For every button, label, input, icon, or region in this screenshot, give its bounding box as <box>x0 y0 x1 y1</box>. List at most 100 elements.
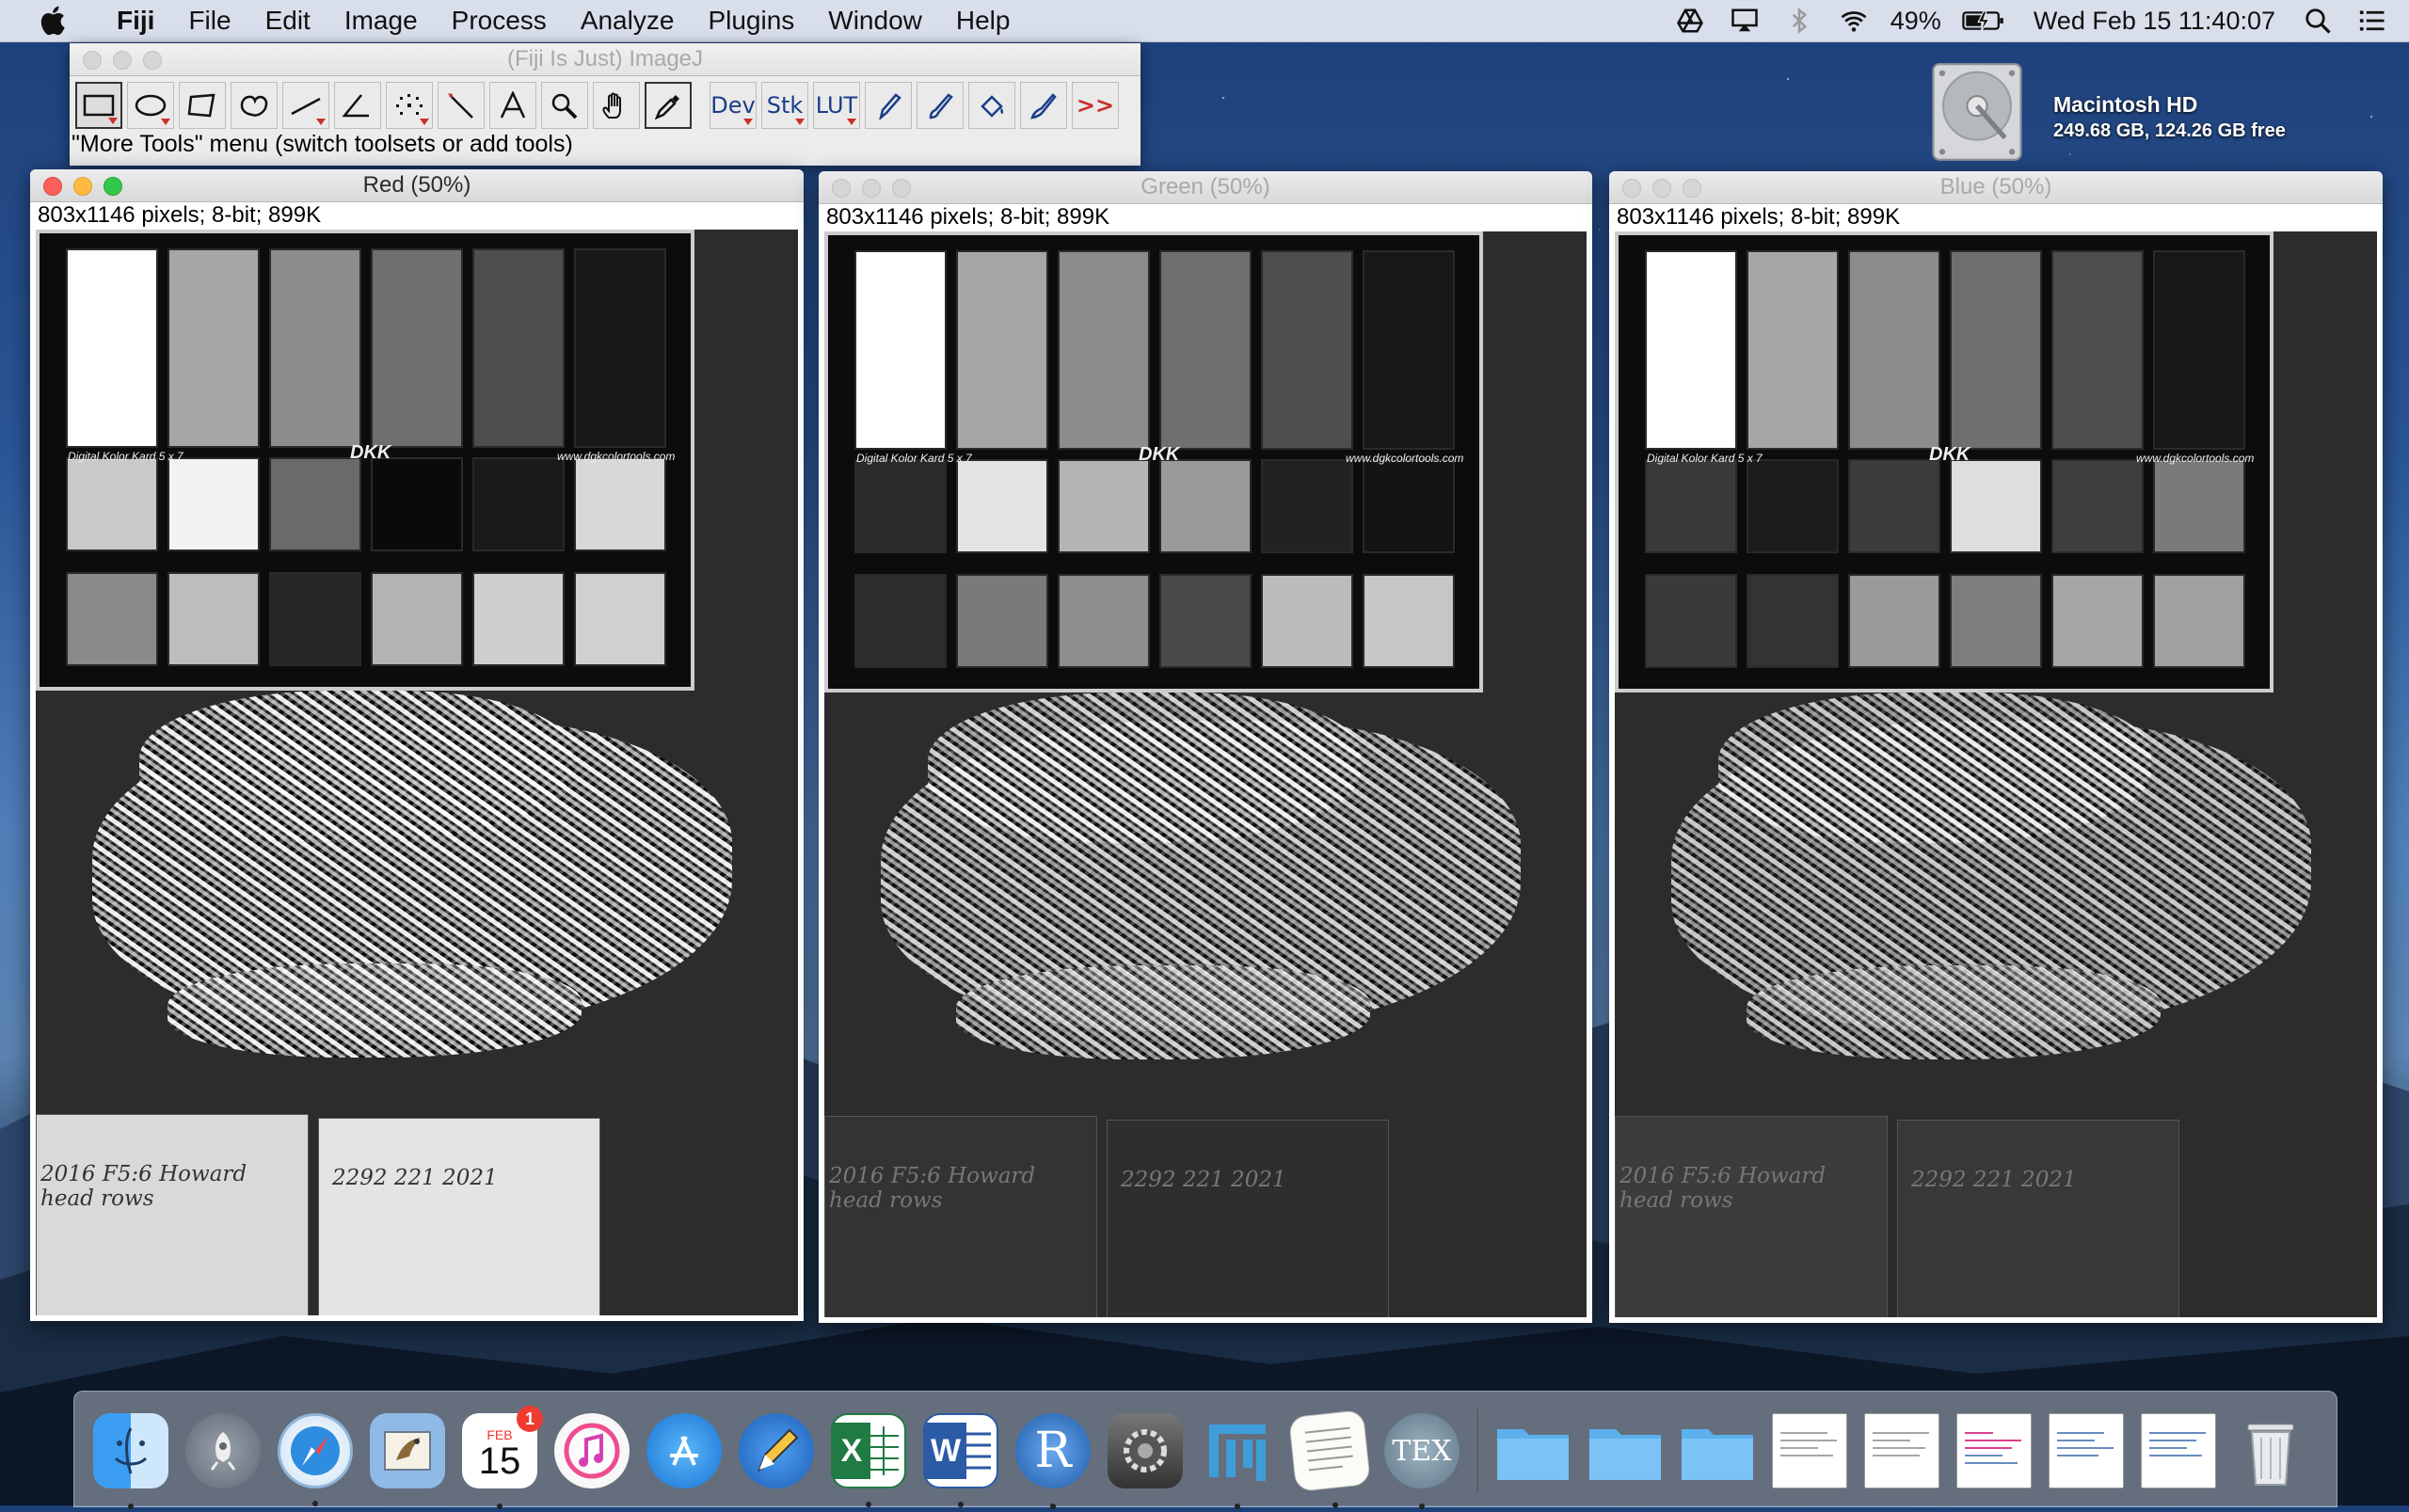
image-canvas[interactable]: Digital Kolor Kard 5 x 7 DKK www.dgkcolort… <box>824 231 1587 1317</box>
textedit-icon[interactable] <box>1288 1409 1371 1508</box>
menu-edit[interactable]: Edit <box>248 0 327 41</box>
line-tool[interactable] <box>282 82 329 129</box>
finder-icon[interactable] <box>93 1413 168 1509</box>
oval-tool[interactable] <box>127 82 174 129</box>
magnifier-tool[interactable] <box>541 82 588 129</box>
folder-icon[interactable] <box>1495 1413 1571 1488</box>
flood-fill-tool[interactable] <box>968 82 1015 129</box>
doc-thumb-icon[interactable] <box>1956 1413 2032 1488</box>
minimize-button[interactable] <box>73 177 92 196</box>
folder-icon[interactable] <box>1680 1413 1755 1488</box>
point-tool[interactable] <box>386 82 433 129</box>
menu-file[interactable]: File <box>171 0 247 41</box>
window-titlebar[interactable]: Blue (50%) <box>1609 171 2383 204</box>
zoom-button[interactable] <box>104 177 122 196</box>
word-icon[interactable]: W <box>923 1413 998 1507</box>
window-titlebar[interactable]: Green (50%) <box>819 171 1592 204</box>
toolbar-titlebar[interactable]: (Fiji Is Just) ImageJ <box>70 43 1141 76</box>
menu-process[interactable]: Process <box>435 0 564 41</box>
tex-icon[interactable]: TEX <box>1384 1413 1460 1509</box>
fiji-icon[interactable] <box>1200 1413 1275 1509</box>
color-card-patch <box>269 457 361 551</box>
zoom-button[interactable] <box>1683 179 1701 198</box>
image-canvas[interactable]: Digital Kolor Kard 5 x 7 DKK www.dgkcolort… <box>36 230 798 1315</box>
notification-center-icon[interactable] <box>2356 7 2388 35</box>
doc-thumb-icon[interactable] <box>1772 1413 1847 1488</box>
seed-grains <box>168 963 582 1058</box>
folder-icon[interactable] <box>1587 1413 1663 1488</box>
menu-analyze[interactable]: Analyze <box>564 0 692 41</box>
doc-thumb-icon[interactable] <box>2141 1413 2216 1488</box>
image-window-blue[interactable]: Blue (50%) 803x1146 pixels; 8-bit; 899K … <box>1609 171 2383 1323</box>
polygon-tool[interactable] <box>179 82 226 129</box>
close-button[interactable] <box>1622 179 1641 198</box>
card-label-dkk: DKK <box>1139 444 1180 465</box>
itunes-icon[interactable] <box>554 1413 630 1488</box>
doc-thumb-icon[interactable] <box>2049 1413 2124 1488</box>
color-card-patch <box>472 457 565 551</box>
menubar-clock[interactable]: Wed Feb 15 11:40:07 <box>2034 7 2275 36</box>
zoom-button[interactable] <box>143 51 162 70</box>
color-card-patch <box>1747 250 1839 450</box>
text-tool[interactable] <box>489 82 536 129</box>
close-button[interactable] <box>43 177 62 196</box>
color-card-patch <box>956 574 1048 668</box>
brush-tool[interactable] <box>917 82 964 129</box>
menu-help[interactable]: Help <box>939 0 1028 41</box>
calendar-badge: 1 <box>517 1406 543 1432</box>
freehand-tool[interactable] <box>231 82 278 129</box>
rectangle-tool[interactable] <box>75 82 122 129</box>
calendar-icon[interactable]: FEB 15 1 <box>462 1406 543 1509</box>
card-label-left: Digital Kolor Kard 5 x 7 <box>856 452 972 465</box>
color-card-patch <box>269 572 361 666</box>
apple-menu-icon[interactable] <box>38 4 72 38</box>
lut-tool[interactable]: LUT <box>813 82 860 129</box>
zoom-button[interactable] <box>892 179 911 198</box>
angle-tool[interactable] <box>334 82 381 129</box>
image-window-red[interactable]: Red (50%) 803x1146 pixels; 8-bit; 899K D… <box>30 169 804 1321</box>
dev-tool[interactable]: Dev <box>710 82 757 129</box>
system-preferences-icon[interactable] <box>1108 1413 1183 1488</box>
spotlight-icon[interactable] <box>2302 7 2334 35</box>
imagej-toolbar-window: (Fiji Is Just) ImageJ Dev Stk LUT >> "Mo… <box>70 43 1141 166</box>
safari-icon[interactable] <box>278 1413 353 1506</box>
macintosh-hd-icon[interactable] <box>1927 60 2027 164</box>
airplay-icon[interactable] <box>1729 7 1761 35</box>
bluetooth-icon[interactable] <box>1783 7 1815 35</box>
window-titlebar[interactable]: Red (50%) <box>30 169 804 202</box>
seed-grains <box>139 691 572 841</box>
wand-tool[interactable] <box>438 82 485 129</box>
pencil-tool[interactable] <box>865 82 912 129</box>
google-drive-icon[interactable] <box>1674 7 1706 35</box>
battery-charging-icon[interactable] <box>1962 7 2005 35</box>
color-card-patch <box>1645 459 1737 553</box>
color-picker-tool[interactable] <box>645 82 692 129</box>
doc-thumb-icon[interactable] <box>1864 1413 1939 1488</box>
image-window-green[interactable]: Green (50%) 803x1146 pixels; 8-bit; 899K… <box>819 171 1592 1323</box>
trash-icon[interactable] <box>2233 1413 2308 1488</box>
r-icon[interactable]: R <box>1015 1413 1091 1509</box>
color-card-patch <box>1747 459 1839 553</box>
mail-icon[interactable] <box>370 1413 445 1488</box>
minimize-button[interactable] <box>862 179 881 198</box>
launchpad-icon[interactable] <box>185 1413 261 1488</box>
minimize-button[interactable] <box>113 51 132 70</box>
pen-icon[interactable] <box>739 1413 814 1488</box>
more-tools-button[interactable]: >> <box>1072 82 1119 129</box>
stk-tool[interactable]: Stk <box>761 82 808 129</box>
close-button[interactable] <box>83 51 102 70</box>
minimize-button[interactable] <box>1652 179 1671 198</box>
color-card-patch <box>1848 459 1940 553</box>
menu-image[interactable]: Image <box>327 0 435 41</box>
app-store-icon[interactable] <box>646 1413 722 1488</box>
close-button[interactable] <box>832 179 851 198</box>
hand-tool[interactable] <box>593 82 640 129</box>
arrow-brush-tool[interactable] <box>1020 82 1067 129</box>
app-menu-fiji[interactable]: Fiji <box>100 0 171 41</box>
excel-icon[interactable]: X <box>831 1413 906 1507</box>
menu-window[interactable]: Window <box>811 0 939 41</box>
image-canvas[interactable]: Digital Kolor Kard 5 x 7 DKK www.dgkcolort… <box>1615 231 2377 1317</box>
color-card-patch <box>1261 574 1353 668</box>
menu-plugins[interactable]: Plugins <box>691 0 811 41</box>
wifi-icon[interactable] <box>1838 7 1870 35</box>
